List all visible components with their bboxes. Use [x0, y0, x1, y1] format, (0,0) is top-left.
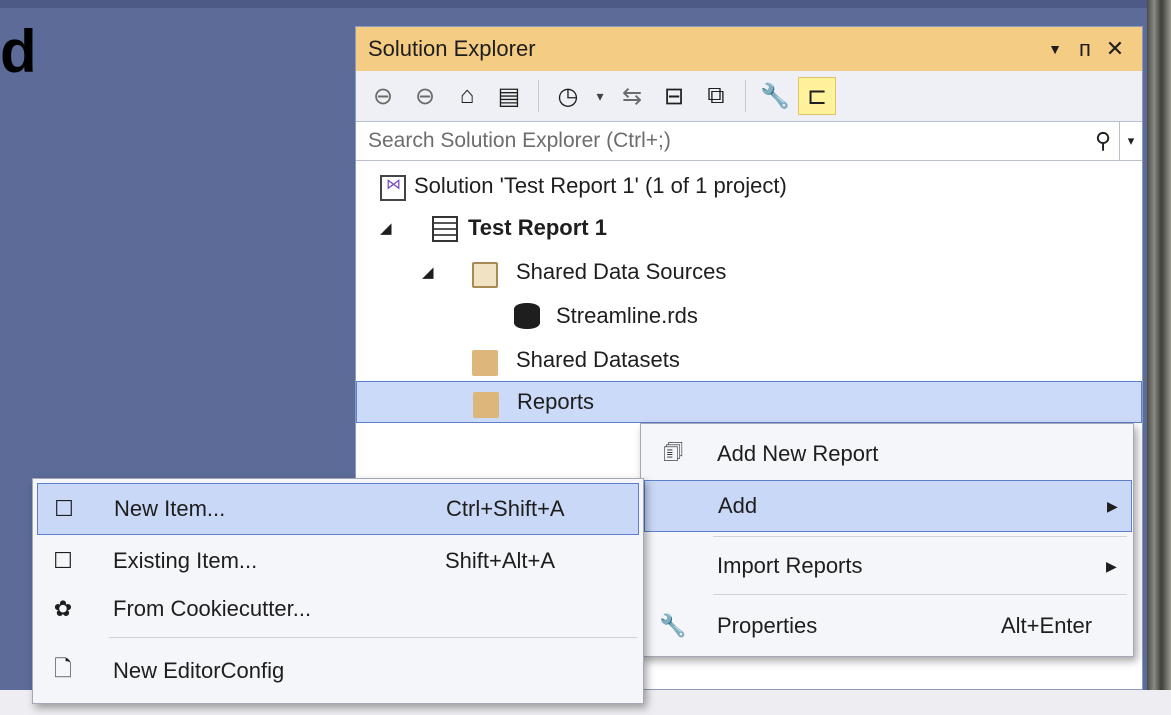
toolbar: ⊖ ⊖ ⌂ ▤ ◷ ▾ ⇆ ⊟ ⧉ 🔧 ⊏ — [356, 71, 1142, 121]
add-submenu: ☐ New Item... Ctrl+Shift+A ☐ Existing It… — [32, 478, 644, 704]
context-menu: 🗊 Add New Report Add ▶ Import Reports ▶ … — [640, 423, 1134, 657]
collapse-arrow-icon[interactable]: ◢ — [422, 263, 434, 281]
search-input[interactable] — [356, 129, 1087, 153]
solution-icon — [380, 175, 406, 201]
top-border — [0, 0, 1171, 8]
menu-item-label: New Item... — [114, 496, 226, 521]
pending-changes-filter-icon[interactable]: ◷ — [549, 77, 587, 115]
wrench-icon: 🔧 — [659, 613, 687, 638]
search-options-dropdown-icon[interactable]: ▾ — [1119, 122, 1142, 160]
menu-item-shortcut: Alt+Enter — [1001, 613, 1093, 638]
background-window-edge — [1147, 0, 1171, 715]
background-text: d — [0, 18, 37, 85]
tree-node-label: Reports — [517, 389, 595, 414]
menu-item-new-item[interactable]: ☐ New Item... Ctrl+Shift+A — [37, 483, 639, 535]
properties-wrench-icon[interactable]: 🔧 — [756, 77, 794, 115]
menu-item-shortcut: Shift+Alt+A — [445, 548, 556, 573]
tree-node-label: Streamline.rds — [556, 303, 698, 328]
search-icon[interactable]: ⚲ — [1087, 128, 1119, 154]
menu-item-label: Import Reports — [717, 553, 863, 578]
tree-node-label: Test Report 1 — [468, 215, 607, 240]
existing-item-icon: ☐ — [53, 548, 73, 573]
show-all-files-icon[interactable]: ⧉ — [697, 77, 735, 115]
new-report-icon: 🗊 — [662, 439, 684, 464]
menu-item-add-new-report[interactable]: 🗊 Add New Report — [641, 428, 1133, 480]
menu-item-label: From Cookiecutter... — [113, 596, 312, 621]
sync-with-active-document-icon[interactable]: ⇆ — [613, 77, 651, 115]
tree-node-label: Shared Data Sources — [516, 259, 727, 284]
menu-item-new-editorconfig[interactable]: 🗋 New EditorConfig — [33, 645, 643, 697]
tree-node-shared-datasets[interactable]: Shared Datasets — [356, 339, 1142, 381]
tree-node-solution[interactable]: Solution 'Test Report 1' (1 of 1 project… — [356, 165, 1142, 207]
folder-icon — [472, 350, 498, 376]
collapse-all-icon[interactable]: ⊟ — [655, 77, 693, 115]
menu-item-label: Add New Report — [717, 441, 879, 466]
cookiecutter-icon: ✿ — [53, 596, 73, 621]
collapse-arrow-icon[interactable]: ◢ — [380, 219, 392, 237]
menu-item-properties[interactable]: 🔧 Properties Alt+Enter — [641, 600, 1133, 652]
menu-item-from-cookiecutter[interactable]: ✿ From Cookiecutter... — [33, 583, 643, 635]
tree-node-streamline[interactable]: Streamline.rds — [356, 295, 1142, 337]
menu-separator — [713, 594, 1127, 595]
new-item-icon: ☐ — [54, 496, 74, 521]
tree-node-label: Solution 'Test Report 1' (1 of 1 project… — [414, 173, 787, 198]
window-position-dropdown-icon[interactable]: ▼ — [1040, 41, 1070, 57]
submenu-arrow-icon: ▶ — [1106, 557, 1117, 574]
data-source-icon — [514, 303, 540, 329]
back-icon[interactable]: ⊖ — [364, 77, 402, 115]
menu-item-label: Properties — [717, 613, 818, 638]
menu-item-label: Existing Item... — [113, 548, 258, 573]
switch-views-icon[interactable]: ▤ — [490, 77, 528, 115]
tree-node-label: Shared Datasets — [516, 347, 680, 372]
home-icon[interactable]: ⌂ — [448, 77, 486, 115]
tree-node-shared-data-sources[interactable]: ◢ Shared Data Sources — [356, 251, 1142, 293]
search-box: ⚲ ▾ — [356, 121, 1142, 161]
report-project-icon — [432, 216, 458, 242]
submenu-arrow-icon: ▶ — [1107, 497, 1118, 514]
menu-item-label: New EditorConfig — [113, 658, 285, 683]
forward-icon[interactable]: ⊖ — [406, 77, 444, 115]
menu-item-label: Add — [718, 493, 758, 518]
close-icon[interactable]: ✕ — [1100, 36, 1130, 62]
menu-item-shortcut: Ctrl+Shift+A — [446, 496, 565, 521]
panel-title: Solution Explorer — [368, 36, 536, 61]
menu-separator — [109, 637, 637, 638]
menu-item-existing-item[interactable]: ☐ Existing Item... Shift+Alt+A — [33, 535, 643, 587]
file-icon: 🗋 — [54, 656, 72, 681]
folder-icon — [473, 392, 499, 418]
tree-node-project[interactable]: ◢ Test Report 1 — [356, 207, 1142, 249]
menu-item-import-reports[interactable]: Import Reports ▶ — [641, 540, 1133, 592]
menu-item-add[interactable]: Add ▶ — [644, 480, 1132, 532]
tree-node-reports[interactable]: Reports — [356, 381, 1142, 423]
toolbar-separator — [538, 80, 539, 112]
preview-selected-items-icon[interactable]: ⊏ — [798, 77, 836, 115]
toolbar-separator — [745, 80, 746, 112]
menu-separator — [713, 536, 1127, 537]
folder-open-icon — [472, 262, 498, 288]
filter-dropdown-icon[interactable]: ▾ — [591, 88, 609, 105]
pin-icon[interactable]: ᴨ — [1070, 36, 1100, 62]
panel-title-bar[interactable]: Solution Explorer ▼ ᴨ ✕ — [356, 27, 1142, 71]
